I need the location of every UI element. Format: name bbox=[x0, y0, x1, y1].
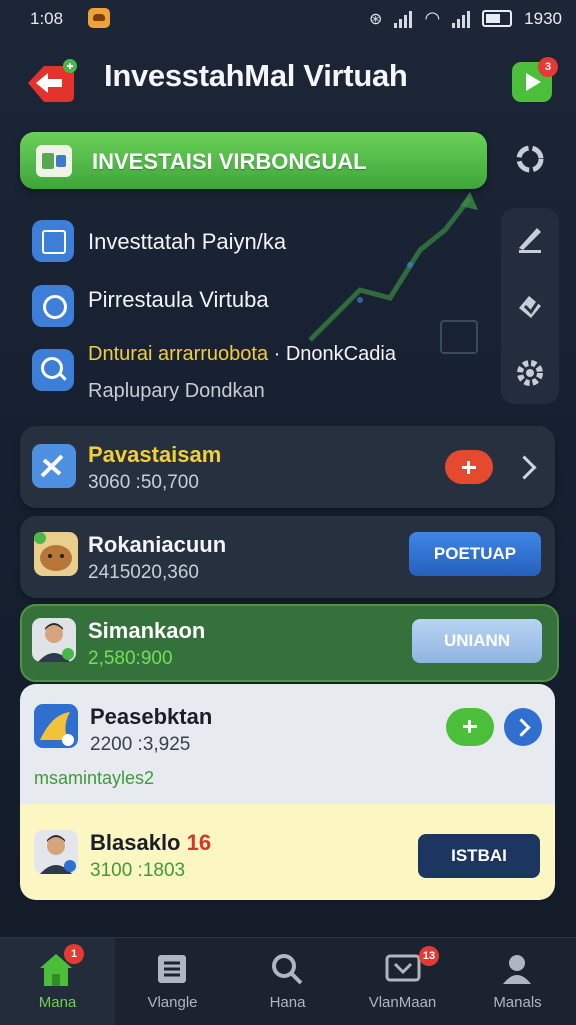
card-peasebktan[interactable]: Peasebktan 2200 :3,925 msamintayles2 bbox=[20, 684, 555, 804]
card-blasaklo[interactable]: Blasaklo 16 3100 :1803 ISTBAI bbox=[20, 804, 555, 900]
refresh-button[interactable] bbox=[505, 134, 555, 184]
battery-icon bbox=[482, 10, 513, 27]
bottom-nav: 1 Mana Vlangle Hana 13 VlanMaan Manals bbox=[0, 937, 576, 1025]
card-tag: msamintayles2 bbox=[34, 768, 155, 788]
chevron-right-icon[interactable] bbox=[512, 455, 537, 480]
side-toolbar bbox=[501, 208, 559, 404]
card-value: 3060 :50,700 bbox=[88, 472, 199, 493]
nav-badge: 13 bbox=[419, 946, 439, 966]
chevron-right-icon[interactable] bbox=[504, 708, 542, 746]
app-notification-icon bbox=[88, 8, 110, 28]
nav-item-hana[interactable]: Hana bbox=[230, 938, 345, 1025]
card-simankaon[interactable]: Simankaon 2,580:900 UNIANN bbox=[20, 604, 559, 682]
chart-icon bbox=[440, 320, 478, 354]
status-right: ⊛ ◠ 1930 bbox=[369, 8, 562, 29]
nav-label: Mana bbox=[38, 994, 77, 1011]
lens-icon bbox=[32, 285, 74, 327]
feature-item-3-rest: · DnonkCadia bbox=[268, 343, 396, 365]
play-badge: 3 bbox=[538, 57, 558, 77]
invest-banner-button[interactable]: INVESTAISI VIRBONGUAL bbox=[20, 132, 487, 189]
uniann-button[interactable]: UNIANN bbox=[412, 619, 542, 663]
card-group: Peasebktan 2200 :3,925 msamintayles2 Bla… bbox=[20, 684, 555, 900]
avatar bbox=[32, 618, 76, 662]
card-title: Blasaklo 16 bbox=[90, 830, 211, 856]
feature-item-3-highlight: Dnturai arrarruobota bbox=[88, 343, 269, 365]
settings-tool-button[interactable] bbox=[507, 350, 553, 396]
card-title: Pavastaisam bbox=[88, 442, 222, 467]
status-bar: 1:08 ⊛ ◠ 1930 bbox=[0, 0, 576, 38]
card-pavastaisam[interactable]: Pavastaisam 3060 :50,700 bbox=[20, 426, 555, 508]
card-title: Rokaniacuun bbox=[88, 532, 227, 557]
message-icon bbox=[385, 954, 421, 982]
nav-label: VlanMaan bbox=[368, 994, 437, 1011]
list-icon bbox=[158, 955, 186, 983]
card-title-text: Blasaklo bbox=[90, 830, 181, 855]
add-button[interactable] bbox=[445, 450, 493, 484]
card-value: 2200 :3,925 bbox=[90, 734, 191, 755]
avatar bbox=[34, 830, 78, 874]
feature-item-2[interactable]: Pirrestaula Virtuba bbox=[88, 287, 269, 313]
profile-icon bbox=[503, 955, 531, 984]
nav-label: Manals bbox=[493, 994, 542, 1011]
tools-icon bbox=[32, 444, 76, 488]
feature-item-3[interactable]: Dnturai arrarruobota · DnonkCadia bbox=[88, 343, 396, 366]
nav-label: Vlangle bbox=[147, 994, 198, 1011]
search-icon bbox=[32, 349, 74, 391]
battery-level: 1930 bbox=[524, 8, 562, 28]
nav-item-mana[interactable]: 1 Mana bbox=[0, 938, 115, 1025]
card-rokaniacuun[interactable]: Rokaniacuun 2415020,360 POETUAP bbox=[20, 516, 555, 598]
feature-item-3-sub: Raplupary Dondkan bbox=[88, 380, 265, 402]
nav-label: Hana bbox=[269, 994, 306, 1011]
poetuap-button[interactable]: POETUAP bbox=[409, 532, 541, 576]
card-title-number: 16 bbox=[186, 830, 212, 855]
card-value: 2,580:900 bbox=[88, 648, 173, 669]
feature-item-1[interactable]: Investtatah Paiyn/ka bbox=[88, 229, 286, 255]
banner-label: INVESTAISI VIRBONGUAL bbox=[92, 149, 367, 174]
app-logo-icon[interactable] bbox=[24, 58, 78, 108]
card-title: Simankaon bbox=[88, 618, 206, 643]
status-time: 1:08 bbox=[30, 9, 64, 28]
nav-item-vlanmaan[interactable]: 13 VlanMaan bbox=[345, 938, 460, 1025]
card-value: 3100 :1803 bbox=[90, 860, 186, 881]
edit-tool-button[interactable] bbox=[507, 214, 553, 260]
sync-icon: ⊛ bbox=[369, 10, 383, 28]
wallet-icon bbox=[36, 145, 72, 177]
share-tool-button[interactable] bbox=[507, 282, 553, 328]
banana-icon bbox=[34, 704, 78, 748]
pet-icon bbox=[34, 532, 78, 576]
wifi-icon: ◠ bbox=[424, 8, 441, 28]
signal-icon-2 bbox=[452, 10, 471, 28]
document-icon bbox=[32, 220, 74, 262]
add-button[interactable] bbox=[446, 708, 494, 746]
nav-item-manals[interactable]: Manals bbox=[460, 938, 575, 1025]
istbai-button[interactable]: ISTBAI bbox=[418, 834, 540, 878]
search-icon bbox=[272, 954, 303, 985]
card-value: 2415020,360 bbox=[88, 562, 199, 583]
nav-badge: 1 bbox=[64, 944, 84, 964]
app-title: InvesstahMal Virtuah bbox=[104, 58, 408, 93]
card-title: Peasebktan bbox=[90, 704, 213, 729]
nav-item-vlangle[interactable]: Vlangle bbox=[115, 938, 230, 1025]
signal-icon bbox=[394, 10, 413, 28]
